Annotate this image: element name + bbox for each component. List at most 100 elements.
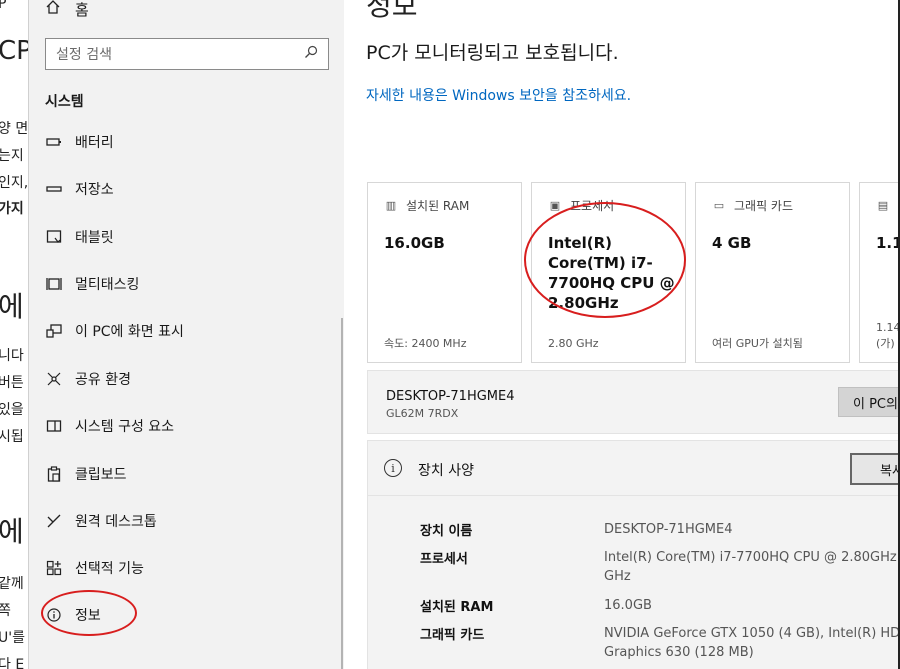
sidebar-item-label: 이 PC에 화면 표시 bbox=[75, 324, 184, 340]
multitasking-icon bbox=[45, 275, 63, 293]
bg-text: 쪽 bbox=[0, 603, 11, 619]
sidebar-item-label: 멀티태스킹 bbox=[75, 277, 140, 293]
copy-button[interactable]: 복사 bbox=[850, 453, 898, 485]
bg-text: P bbox=[0, 0, 7, 12]
device-name: DESKTOP-71HGME4 bbox=[386, 389, 515, 404]
settings-sidebar: 홈 설정 검색 시스템 배터리 저장소 태블릿 멀티태스킹 이 PC에 화면 표… bbox=[28, 0, 344, 669]
bg-text: 에 bbox=[0, 515, 24, 548]
home-nav-item[interactable]: 홈 bbox=[45, 0, 89, 19]
bg-text: 양 면 bbox=[0, 121, 29, 137]
spec-row: 장치 이름 DESKTOP-71HGME4 bbox=[420, 520, 898, 539]
sidebar-item-system-components[interactable]: 시스템 구성 요소 bbox=[45, 414, 325, 438]
storage-card-icon: ▤ bbox=[877, 199, 889, 212]
spec-label: 프로세서 bbox=[420, 552, 468, 567]
card-title: 프로세서 bbox=[570, 199, 615, 213]
storage-card: ▤저장 1.14 T 1.14 TB (가) 사용 bbox=[859, 182, 900, 363]
sidebar-item-label: 태블릿 bbox=[75, 230, 114, 246]
background-page-fragment: P CP 양 면 는지 인지, 가지 에 니다 버튼 있을 시됩 에 같께 쪽 … bbox=[0, 0, 30, 669]
card-title: 그래픽 카드 bbox=[734, 199, 794, 213]
card-title: 설치된 RAM bbox=[406, 199, 470, 213]
protection-status: PC가 모니터링되고 보호됩니다. bbox=[366, 42, 619, 64]
ram-icon: ▥ bbox=[385, 199, 397, 212]
card-value: 16.0GB bbox=[384, 234, 445, 252]
spec-row: 설치된 RAM 16.0GB bbox=[420, 596, 898, 615]
sidebar-item-label: 원격 데스크톱 bbox=[75, 514, 157, 530]
sidebar-scrollbar[interactable] bbox=[341, 318, 343, 669]
spec-cards: ▥ 설치된 RAM 16.0GB 속도: 2400 MHz ▣ 프로세서 Intel… bbox=[367, 182, 900, 363]
bg-text: 인지, bbox=[0, 175, 29, 191]
spec-row: 프로세서 Intel(R) Core(TM) i7-7700HQ CPU @ 2… bbox=[420, 548, 898, 586]
sidebar-item-label: 배터리 bbox=[75, 135, 114, 151]
home-label: 홈 bbox=[75, 0, 89, 19]
storage-icon bbox=[45, 180, 63, 198]
sidebar-item-tablet[interactable]: 태블릿 bbox=[45, 225, 325, 249]
spec-label: 장치 이름 bbox=[420, 524, 473, 539]
remote-desktop-icon bbox=[45, 512, 63, 530]
components-icon bbox=[45, 417, 63, 435]
search-placeholder: 설정 검색 bbox=[56, 47, 112, 63]
sidebar-item-storage[interactable]: 저장소 bbox=[45, 177, 325, 201]
sidebar-item-remote-desktop[interactable]: 원격 데스크톱 bbox=[45, 509, 325, 533]
bg-text: 시됩 bbox=[0, 429, 24, 445]
spec-row: 그래픽 카드 NVIDIA GeForce GTX 1050 (4 GB), I… bbox=[420, 624, 900, 662]
device-name-bar: DESKTOP-71HGME4 GL62M 7RDX 이 PC의 bbox=[367, 370, 898, 434]
graphics-card: ▭ 그래픽 카드 4 GB 여러 GPU가 설치됨 bbox=[695, 182, 850, 363]
card-value: 1.14 T bbox=[876, 234, 898, 252]
device-specs-panel: 장치 이름 DESKTOP-71HGME4 프로세서 Intel(R) Core… bbox=[367, 496, 900, 669]
sidebar-item-clipboard[interactable]: 클립보드 bbox=[45, 462, 325, 486]
sidebar-item-optional-features[interactable]: 선택적 기능 bbox=[45, 556, 325, 580]
card-subtext: 2.80 GHz bbox=[548, 337, 599, 350]
card-value: 4 GB bbox=[712, 234, 752, 252]
device-model: GL62M 7RDX bbox=[386, 407, 459, 420]
card-subtext: 속도: 2400 MHz bbox=[384, 337, 467, 350]
bg-text: 다 E bbox=[0, 657, 25, 669]
info-icon: i bbox=[384, 459, 402, 477]
bg-text: 있을 bbox=[0, 402, 24, 418]
bg-text: 같께 bbox=[0, 576, 24, 592]
sidebar-item-project[interactable]: 이 PC에 화면 표시 bbox=[45, 319, 325, 343]
search-icon[interactable] bbox=[304, 45, 318, 63]
clipboard-icon bbox=[45, 465, 63, 483]
rename-pc-button[interactable]: 이 PC의 bbox=[838, 387, 898, 417]
graphics-card-icon: ▭ bbox=[713, 199, 725, 212]
spec-value: DESKTOP-71HGME4 bbox=[604, 522, 733, 537]
settings-search-input[interactable]: 설정 검색 bbox=[45, 38, 329, 70]
sidebar-item-multitasking[interactable]: 멀티태스킹 bbox=[45, 272, 325, 296]
bg-text: 버튼 bbox=[0, 375, 24, 391]
sidebar-section-title: 시스템 bbox=[45, 94, 84, 110]
device-specs-header[interactable]: i 장치 사양 복사 bbox=[367, 440, 898, 496]
bg-text: U'를 bbox=[0, 630, 25, 646]
info-icon bbox=[45, 606, 63, 624]
bg-text: 가지 bbox=[0, 201, 24, 217]
sidebar-item-battery[interactable]: 배터리 bbox=[45, 130, 325, 154]
spec-value: NVIDIA GeForce GTX 1050 (4 GB), Intel(R)… bbox=[604, 626, 900, 660]
shared-experiences-icon bbox=[45, 370, 63, 388]
processor-card: ▣ 프로세서 Intel(R) Core(TM) i7-7700HQ CPU @ … bbox=[531, 182, 686, 363]
page-title: 정보 bbox=[366, 0, 418, 22]
bg-text: 에 bbox=[0, 290, 24, 323]
card-subtext: 여러 GPU가 설치됨 bbox=[712, 337, 803, 350]
processor-icon: ▣ bbox=[549, 199, 561, 212]
sidebar-item-label: 정보 bbox=[75, 608, 101, 624]
card-subtext: 1.14 TB (가) 사용 bbox=[876, 321, 900, 350]
spec-value: 16.0GB bbox=[604, 598, 652, 613]
bg-text: 는지 bbox=[0, 148, 24, 164]
battery-icon bbox=[45, 133, 63, 151]
sidebar-item-shared-experiences[interactable]: 공유 환경 bbox=[45, 367, 325, 391]
sidebar-item-about[interactable]: 정보 bbox=[45, 603, 325, 627]
sidebar-item-label: 공유 환경 bbox=[75, 372, 131, 388]
windows-security-link[interactable]: 자세한 내용은 Windows 보안을 참조하세요. bbox=[366, 85, 631, 105]
sidebar-item-label: 선택적 기능 bbox=[75, 561, 144, 577]
spec-label: 설치된 RAM bbox=[420, 600, 494, 615]
project-icon bbox=[45, 322, 63, 340]
card-value: Intel(R) Core(TM) i7-7700HQ CPU @ 2.80GH… bbox=[548, 234, 675, 312]
home-icon bbox=[45, 0, 61, 19]
optional-features-icon bbox=[45, 559, 63, 577]
tablet-icon bbox=[45, 228, 63, 246]
spec-label: 그래픽 카드 bbox=[420, 628, 485, 643]
bg-text: CP bbox=[0, 36, 30, 66]
sidebar-item-label: 시스템 구성 요소 bbox=[75, 419, 175, 435]
about-page: 정보 PC가 모니터링되고 보호됩니다. 자세한 내용은 Windows 보안을… bbox=[344, 0, 900, 669]
spec-value: Intel(R) Core(TM) i7-7700HQ CPU @ 2.80GH… bbox=[604, 550, 897, 584]
sidebar-item-label: 저장소 bbox=[75, 182, 114, 198]
